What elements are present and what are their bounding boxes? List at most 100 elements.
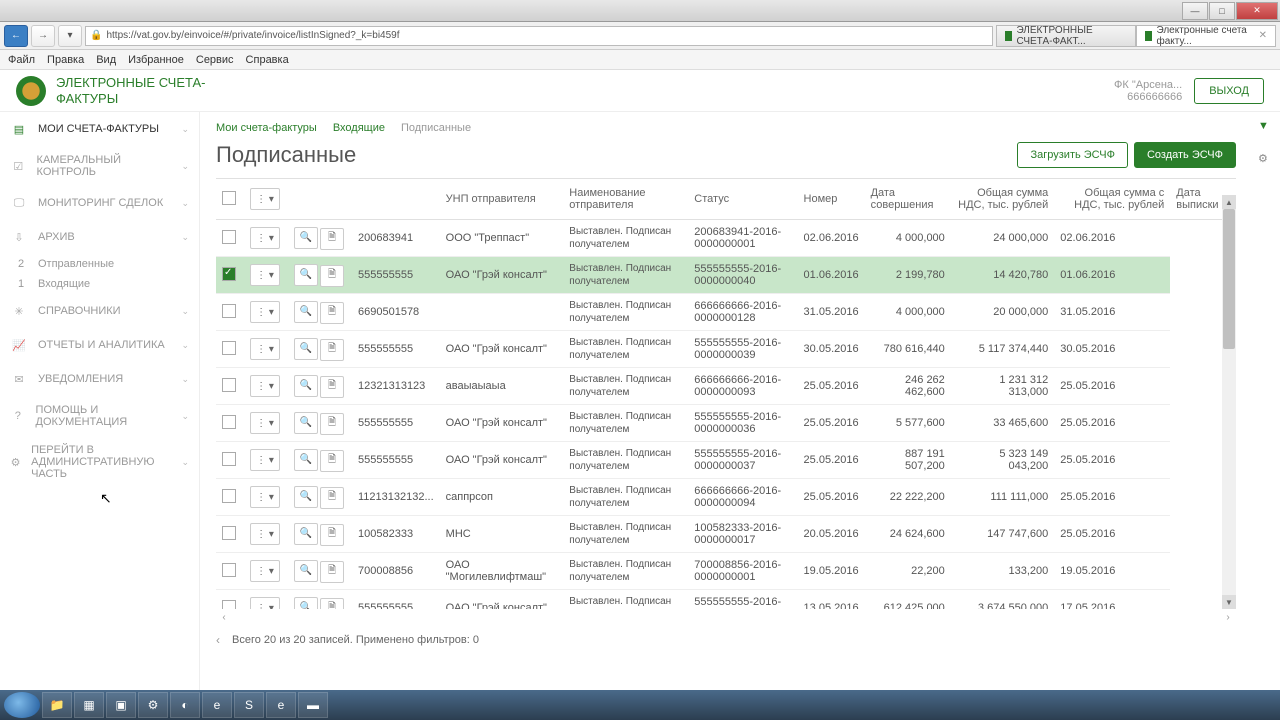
nav-forward-button[interactable]: → (31, 25, 55, 47)
bulk-action-dropdown[interactable]: ⋮ ▾ (250, 188, 280, 210)
create-button[interactable]: Создать ЭСЧФ (1134, 142, 1236, 168)
row-checkbox[interactable] (222, 304, 236, 318)
menu-favorites[interactable]: Избранное (128, 54, 184, 66)
row-checkbox[interactable] (222, 267, 236, 281)
scroll-right-icon[interactable]: › (1220, 610, 1236, 624)
table-row[interactable]: ⋮ ▾🔍🗎555555555ОАО "Грэй консалт"Выставле… (216, 590, 1236, 610)
taskbar-app[interactable]: e (202, 692, 232, 718)
sidebar-item[interactable]: ?ПОМОЩЬ И ДОКУМЕНТАЦИЯ⌄ (0, 396, 199, 436)
tab-close-icon[interactable]: ✕ (1259, 30, 1267, 41)
sidebar-item[interactable]: ✳СПРАВОЧНИКИ⌄ (0, 294, 199, 328)
doc-icon[interactable]: 🗎 (320, 450, 344, 472)
row-checkbox[interactable] (222, 341, 236, 355)
view-icon[interactable]: 🔍 (294, 523, 318, 545)
view-icon[interactable]: 🔍 (294, 412, 318, 434)
column-header[interactable] (216, 179, 244, 220)
row-action-dropdown[interactable]: ⋮ ▾ (250, 449, 280, 471)
table-row[interactable]: ⋮ ▾🔍🗎200683941ООО "Треппаст"Выставлен. П… (216, 220, 1236, 257)
breadcrumb-link[interactable]: Входящие (333, 122, 385, 134)
upload-button[interactable]: Загрузить ЭСЧФ (1017, 142, 1127, 168)
doc-icon[interactable]: 🗎 (320, 302, 344, 324)
menu-file[interactable]: Файл (8, 54, 35, 66)
browser-tab[interactable]: ЭЛЕКТРОННЫЕ СЧЕТА-ФАКТ... (996, 25, 1136, 47)
row-checkbox[interactable] (222, 378, 236, 392)
sidebar-subitem[interactable]: 2Отправленные (0, 254, 199, 274)
row-checkbox[interactable] (222, 230, 236, 244)
doc-icon[interactable]: 🗎 (320, 561, 344, 583)
nav-back-button[interactable]: ← (4, 25, 28, 47)
sidebar-item[interactable]: 📈ОТЧЕТЫ И АНАЛИТИКА⌄ (0, 328, 199, 362)
window-close[interactable]: ✕ (1236, 2, 1278, 20)
sidebar-item[interactable]: ✉УВЕДОМЛЕНИЯ⌄ (0, 362, 199, 396)
view-icon[interactable]: 🔍 (294, 597, 318, 610)
column-header[interactable]: Общая сумма с НДС, тыс. рублей (1054, 179, 1170, 220)
menu-help[interactable]: Справка (246, 54, 289, 66)
taskbar-app[interactable]: ◐ (170, 692, 200, 718)
doc-icon[interactable]: 🗎 (320, 598, 344, 610)
row-checkbox[interactable] (222, 489, 236, 503)
start-button[interactable] (4, 692, 40, 718)
vertical-scrollbar[interactable]: ▲ ▼ (1222, 209, 1236, 609)
settings-icon[interactable]: ⚙ (1258, 152, 1274, 168)
scroll-up-icon[interactable]: ▲ (1222, 195, 1236, 209)
view-icon[interactable]: 🔍 (294, 227, 318, 249)
column-header[interactable]: ⋮ ▾ (244, 179, 288, 220)
column-header[interactable]: УНП отправителя (440, 179, 564, 220)
row-action-dropdown[interactable]: ⋮ ▾ (250, 412, 280, 434)
window-minimize[interactable]: — (1182, 2, 1208, 20)
window-maximize[interactable]: □ (1209, 2, 1235, 20)
view-icon[interactable]: 🔍 (294, 486, 318, 508)
menu-view[interactable]: Вид (96, 54, 116, 66)
address-bar[interactable]: 🔒 https://vat.gov.by/einvoice/#/private/… (85, 26, 993, 46)
table-row[interactable]: ⋮ ▾🔍🗎100582333МНСВыставлен. Подписан пол… (216, 516, 1236, 553)
row-action-dropdown[interactable]: ⋮ ▾ (250, 264, 280, 286)
column-header[interactable]: Наименование отправителя (563, 179, 688, 220)
column-header[interactable]: Общая сумма НДС, тыс. рублей (951, 179, 1054, 220)
horizontal-scrollbar[interactable]: ‹ › (216, 609, 1236, 625)
doc-icon[interactable]: 🗎 (320, 339, 344, 361)
doc-icon[interactable]: 🗎 (320, 265, 344, 287)
view-icon[interactable]: 🔍 (294, 375, 318, 397)
column-header[interactable]: Дата совершения (865, 179, 951, 220)
column-header[interactable]: Статус (688, 179, 797, 220)
sidebar-item[interactable]: ▤МОИ СЧЕТА-ФАКТУРЫ⌄ (0, 112, 199, 146)
taskbar-app[interactable]: ▦ (74, 692, 104, 718)
sidebar-item[interactable]: ☑КАМЕРАЛЬНЫЙ КОНТРОЛЬ⌄ (0, 146, 199, 186)
menu-tools[interactable]: Сервис (196, 54, 234, 66)
taskbar-app[interactable]: ▬ (298, 692, 328, 718)
row-action-dropdown[interactable]: ⋮ ▾ (250, 301, 280, 323)
view-icon[interactable]: 🔍 (294, 301, 318, 323)
sidebar-item[interactable]: ⇩АРХИВ⌄ (0, 220, 199, 254)
taskbar-app[interactable]: ⚙ (138, 692, 168, 718)
view-icon[interactable]: 🔍 (294, 560, 318, 582)
table-row[interactable]: ⋮ ▾🔍🗎555555555ОАО "Грэй консалт"Выставле… (216, 405, 1236, 442)
sidebar-item[interactable]: 🖵МОНИТОРИНГ СДЕЛОК⌄ (0, 186, 199, 220)
table-row[interactable]: ⋮ ▾🔍🗎11213132132...саппрсопВыставлен. По… (216, 479, 1236, 516)
row-action-dropdown[interactable]: ⋮ ▾ (250, 560, 280, 582)
scroll-thumb[interactable] (1223, 209, 1235, 349)
table-row[interactable]: ⋮ ▾🔍🗎555555555ОАО "Грэй консалт"Выставле… (216, 331, 1236, 368)
row-checkbox[interactable] (222, 415, 236, 429)
scroll-left-icon[interactable]: ‹ (216, 610, 232, 624)
column-header[interactable]: Номер (798, 179, 865, 220)
table-row[interactable]: ⋮ ▾🔍🗎12321313123аваыаыаыаВыставлен. Подп… (216, 368, 1236, 405)
taskbar-app[interactable]: S (234, 692, 264, 718)
row-action-dropdown[interactable]: ⋮ ▾ (250, 486, 280, 508)
row-checkbox[interactable] (222, 563, 236, 577)
column-header[interactable] (288, 179, 440, 220)
view-icon[interactable]: 🔍 (294, 449, 318, 471)
taskbar-app[interactable]: ▣ (106, 692, 136, 718)
row-checkbox[interactable] (222, 452, 236, 466)
sidebar-subitem[interactable]: 1Входящие (0, 274, 199, 294)
scroll-down-icon[interactable]: ▼ (1222, 595, 1236, 609)
row-action-dropdown[interactable]: ⋮ ▾ (250, 338, 280, 360)
doc-icon[interactable]: 🗎 (320, 524, 344, 546)
taskbar-app[interactable]: e (266, 692, 296, 718)
table-row[interactable]: ⋮ ▾🔍🗎555555555ОАО "Грэй консалт"Выставле… (216, 442, 1236, 479)
row-checkbox[interactable] (222, 526, 236, 540)
nav-dropdown[interactable]: ▾ (58, 25, 82, 47)
table-row[interactable]: ⋮ ▾🔍🗎6690501578Выставлен. Подписан получ… (216, 294, 1236, 331)
row-action-dropdown[interactable]: ⋮ ▾ (250, 227, 280, 249)
filter-icon[interactable]: ▼ (1258, 120, 1274, 136)
doc-icon[interactable]: 🗎 (320, 228, 344, 250)
